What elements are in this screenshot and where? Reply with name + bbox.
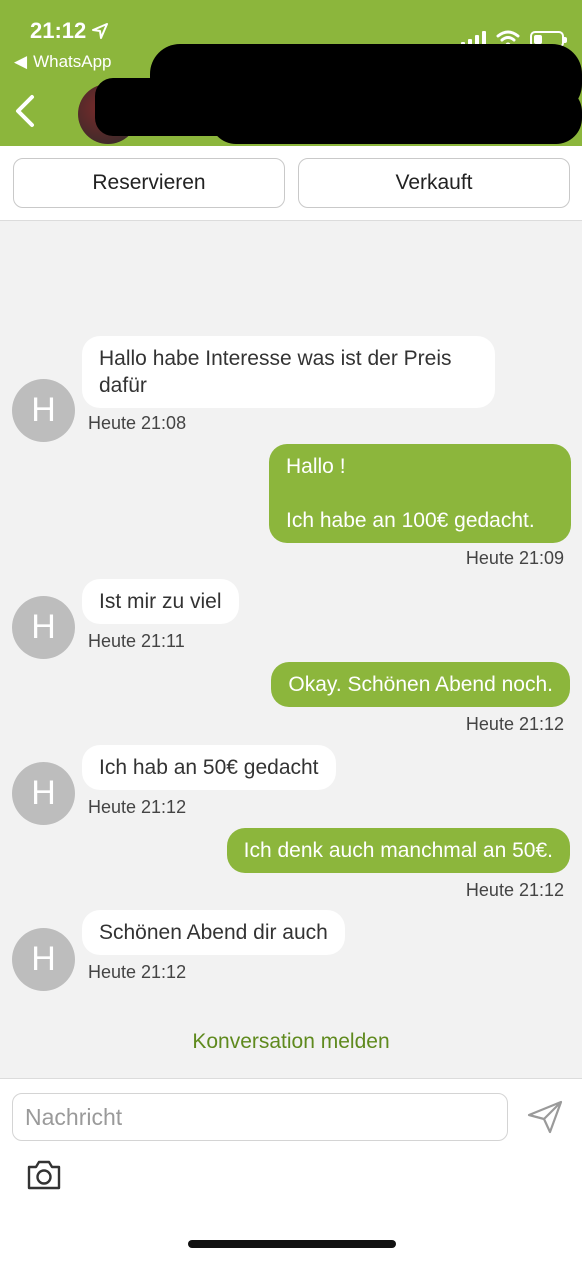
outgoing-message: Ich denk auch manchmal an 50€. bbox=[226, 828, 570, 873]
chevron-left-icon bbox=[16, 95, 34, 127]
camera-icon bbox=[27, 1160, 61, 1190]
message-timestamp: Heute 21:12 bbox=[88, 962, 187, 982]
sold-button[interactable]: Verkauft bbox=[298, 158, 570, 208]
outgoing-message: Okay. Schönen Abend noch. bbox=[271, 662, 570, 707]
back-button[interactable] bbox=[10, 94, 40, 128]
send-button[interactable] bbox=[526, 1099, 564, 1135]
message-input[interactable] bbox=[12, 1093, 508, 1141]
app-header: 21:12 ◀ WhatsApp bbox=[0, 0, 582, 146]
sender-avatar: H bbox=[12, 928, 75, 991]
back-app-label: WhatsApp bbox=[33, 52, 112, 71]
battery-level bbox=[534, 34, 542, 44]
redaction-mark bbox=[210, 86, 582, 144]
outgoing-message: Hallo ! Ich habe an 100€ gedacht. bbox=[269, 444, 571, 543]
message-timestamp: Heute 21:11 bbox=[88, 631, 185, 651]
sender-avatar: H bbox=[12, 596, 75, 659]
small-back-triangle-icon: ◀ bbox=[14, 52, 28, 71]
report-conversation-link[interactable]: Konversation melden bbox=[0, 1030, 582, 1054]
message-timestamp: Heute 21:12 bbox=[465, 714, 564, 734]
back-to-app-link[interactable]: ◀ WhatsApp bbox=[14, 52, 112, 72]
message-timestamp: Heute 21:12 bbox=[88, 797, 187, 817]
status-time-text: 21:12 bbox=[30, 18, 87, 43]
incoming-message: Hallo habe Interesse was ist der Preis d… bbox=[82, 336, 495, 408]
message-composer bbox=[0, 1078, 582, 1261]
status-time: 21:12 bbox=[30, 18, 109, 44]
incoming-message: Schönen Abend dir auch bbox=[82, 910, 345, 955]
send-icon bbox=[527, 1100, 563, 1134]
message-timestamp: Heute 21:12 bbox=[465, 880, 564, 900]
home-indicator[interactable] bbox=[188, 1240, 396, 1248]
location-arrow-icon bbox=[92, 23, 109, 39]
message-timestamp: Heute 21:08 bbox=[88, 413, 187, 433]
sender-avatar: H bbox=[12, 762, 75, 825]
listing-actions-bar: Reservieren Verkauft bbox=[0, 146, 582, 221]
incoming-message: Ich hab an 50€ gedacht bbox=[82, 745, 336, 790]
camera-button[interactable] bbox=[26, 1159, 62, 1191]
reserve-button[interactable]: Reservieren bbox=[13, 158, 285, 208]
sender-avatar: H bbox=[12, 379, 75, 442]
message-timestamp: Heute 21:09 bbox=[465, 548, 564, 568]
incoming-message: Ist mir zu viel bbox=[82, 579, 239, 624]
